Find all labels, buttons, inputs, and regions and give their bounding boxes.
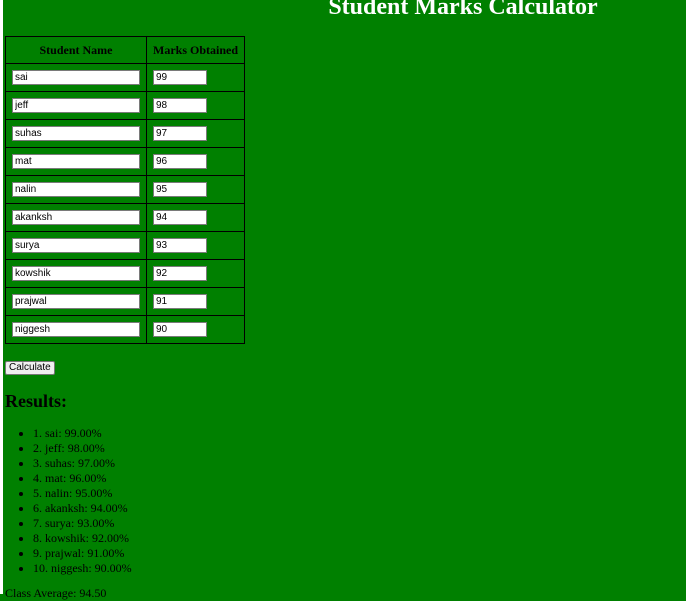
student-name-input[interactable] xyxy=(12,182,140,197)
table-row xyxy=(5,203,246,232)
table-row xyxy=(5,231,246,260)
student-name-input[interactable] xyxy=(12,210,140,225)
list-item: 1. sai: 99.00% xyxy=(33,426,132,441)
column-header-marks-obtained: Marks Obtained xyxy=(145,36,246,64)
table-row xyxy=(5,175,246,204)
student-name-input[interactable] xyxy=(12,126,140,141)
list-item: 6. akanksh: 94.00% xyxy=(33,501,132,516)
student-name-input[interactable] xyxy=(12,154,140,169)
student-name-input[interactable] xyxy=(12,98,140,113)
student-name-input[interactable] xyxy=(12,266,140,281)
list-item: 8. kowshik: 92.00% xyxy=(33,531,132,546)
student-name-input[interactable] xyxy=(12,70,140,85)
student-name-input[interactable] xyxy=(12,322,140,337)
list-item: 4. mat: 96.00% xyxy=(33,471,132,486)
marks-input[interactable] xyxy=(153,154,207,169)
list-item: 2. jeff: 98.00% xyxy=(33,441,132,456)
page-left-edge xyxy=(0,0,3,594)
table-row xyxy=(5,287,246,316)
marks-input[interactable] xyxy=(153,126,207,141)
table-row xyxy=(5,63,246,92)
table-row xyxy=(5,315,246,344)
marks-input[interactable] xyxy=(153,238,207,253)
page-title: Student Marks Calculator xyxy=(328,0,598,20)
results-list: 1. sai: 99.00% 2. jeff: 98.00% 3. suhas:… xyxy=(5,426,132,576)
list-item: 9. prajwal: 91.00% xyxy=(33,546,132,561)
table-row xyxy=(5,259,246,288)
list-item: 5. nalin: 95.00% xyxy=(33,486,132,501)
table-header-row: Student Name Marks Obtained xyxy=(5,36,246,64)
marks-input[interactable] xyxy=(153,322,207,337)
student-name-input[interactable] xyxy=(12,238,140,253)
marks-input[interactable] xyxy=(153,98,207,113)
list-item: 10. niggesh: 90.00% xyxy=(33,561,132,576)
marks-table: Student Name Marks Obtained xyxy=(5,36,246,344)
marks-input[interactable] xyxy=(153,182,207,197)
marks-input[interactable] xyxy=(153,294,207,309)
student-name-input[interactable] xyxy=(12,294,140,309)
list-item: 3. suhas: 97.00% xyxy=(33,456,132,471)
calculate-button[interactable]: Calculate xyxy=(5,361,55,375)
marks-input[interactable] xyxy=(153,70,207,85)
table-row xyxy=(5,147,246,176)
column-header-student-name: Student Name xyxy=(5,36,147,64)
results-heading: Results: xyxy=(5,391,67,411)
marks-input[interactable] xyxy=(153,266,207,281)
table-row xyxy=(5,119,246,148)
marks-input[interactable] xyxy=(153,210,207,225)
table-row xyxy=(5,91,246,120)
list-item: 7. surya: 93.00% xyxy=(33,516,132,531)
